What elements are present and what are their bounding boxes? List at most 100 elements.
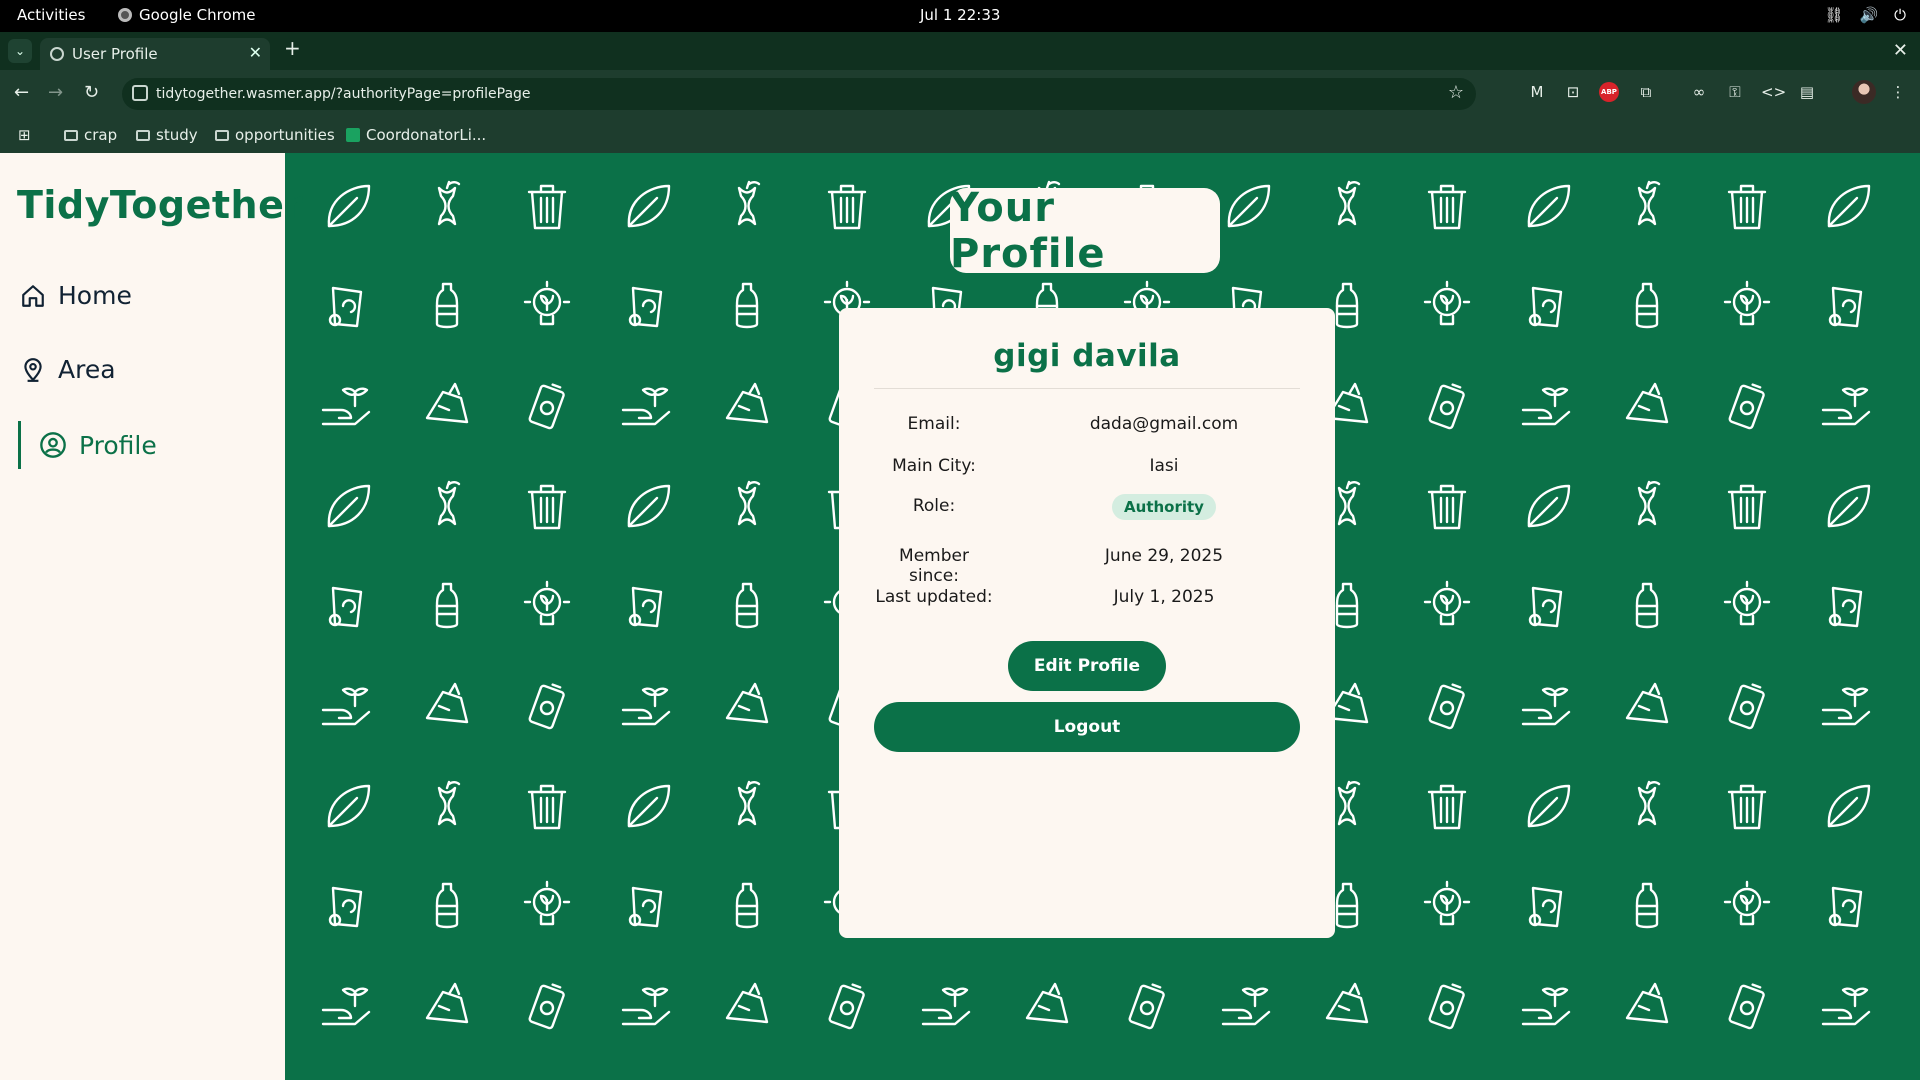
trash-bin-icon <box>527 784 567 830</box>
folder-icon <box>136 129 150 141</box>
bottle-icon <box>735 882 759 929</box>
hand-plant-icon <box>1521 387 1571 426</box>
apps-grid-icon[interactable]: ⊞ <box>18 126 31 144</box>
hand-plant-icon <box>321 387 371 426</box>
apple-core-icon <box>1337 780 1361 826</box>
hand-plant-icon <box>1821 687 1871 726</box>
tab-search-button[interactable]: ⌄ <box>8 39 32 63</box>
profile-card: gigi davila Email: dada@gmail.com Main C… <box>839 308 1335 938</box>
trash-bin-icon <box>1727 184 1767 230</box>
battery-icon <box>528 383 565 430</box>
recycle-cup-icon <box>1528 586 1563 628</box>
hand-plant-icon <box>621 687 671 726</box>
link-icon[interactable]: ∞ <box>1689 82 1709 102</box>
adblock-icon[interactable]: ABP <box>1599 82 1619 102</box>
trash-bin-icon <box>1727 484 1767 530</box>
system-tray[interactable]: ⛓ 🔊 ⏻ <box>1824 6 1906 24</box>
leaf-icon <box>1527 784 1571 828</box>
field-value: July 1, 2025 <box>1113 587 1215 607</box>
edit-profile-button[interactable]: Edit Profile <box>1008 641 1166 691</box>
role-badge: Authority <box>1112 494 1216 520</box>
close-tab-icon[interactable]: ✕ <box>249 43 262 62</box>
bottle-icon <box>735 582 759 629</box>
hand-plant-icon <box>321 687 371 726</box>
sidebar-item-label: Home <box>58 281 132 310</box>
apple-core-icon <box>1637 780 1661 826</box>
activities-button[interactable]: Activities <box>17 6 85 24</box>
side-panel-icon[interactable]: ▤ <box>1797 82 1817 102</box>
brand-logo[interactable]: TidyTogether <box>17 183 304 227</box>
bottle-icon <box>1335 282 1359 329</box>
profile-field-city: Main City: Iasi <box>874 456 1300 480</box>
forward-icon[interactable]: → <box>48 82 63 103</box>
network-icon: ⛓ <box>1824 6 1844 24</box>
bookmark-folder[interactable]: opportunities <box>215 126 335 144</box>
apple-core-icon <box>737 780 761 826</box>
dirt-pile-icon <box>1025 982 1069 1024</box>
apple-core-icon <box>737 180 761 226</box>
recycle-cup-icon <box>1828 286 1863 328</box>
apple-core-icon <box>1337 180 1361 226</box>
sidebar-item-area[interactable]: Area <box>20 355 116 384</box>
lightbulb-leaf-icon <box>1423 280 1471 326</box>
globe-icon <box>50 47 64 61</box>
chrome-icon <box>118 8 132 22</box>
sidebar-item-profile[interactable]: Profile <box>18 421 157 469</box>
leaf-icon <box>1827 484 1871 528</box>
reload-icon[interactable]: ↻ <box>84 82 99 103</box>
tab-title: User Profile <box>72 45 158 63</box>
apple-core-icon <box>437 780 461 826</box>
sidebar-item-home[interactable]: Home <box>20 281 132 310</box>
extension-m-icon[interactable]: M <box>1527 82 1547 102</box>
logout-button[interactable]: Logout <box>874 702 1300 752</box>
code-icon[interactable]: <> <box>1761 82 1786 102</box>
bookmark-star-icon[interactable]: ☆ <box>1448 82 1464 103</box>
leaf-icon <box>627 484 671 528</box>
lightbulb-leaf-icon <box>1423 580 1471 626</box>
bookmark-label: study <box>156 126 198 144</box>
recycle-cup-icon <box>1528 886 1563 928</box>
folder-icon <box>64 129 78 141</box>
bookmark-link[interactable]: CoordonatorLi... <box>346 126 486 144</box>
battery-icon <box>528 683 565 730</box>
recycle-cup-icon <box>1828 886 1863 928</box>
field-label: Member since: <box>899 546 969 586</box>
battery-icon <box>1728 983 1765 1030</box>
recycle-cup-icon <box>628 586 663 628</box>
back-icon[interactable]: ← <box>14 82 29 103</box>
extension-glasses-icon[interactable]: ⊡ <box>1563 82 1583 102</box>
bottle-icon <box>1335 882 1359 929</box>
bookmark-folder[interactable]: crap <box>64 126 117 144</box>
lightbulb-leaf-icon <box>1723 880 1771 926</box>
address-bar[interactable]: tidytogether.wasmer.app/?authorityPage=p… <box>122 78 1476 110</box>
profile-field-last-updated: Last updated: July 1, 2025 <box>874 587 1300 611</box>
clock[interactable]: Jul 1 22:33 <box>920 6 1000 24</box>
app-menu[interactable]: Google Chrome <box>118 6 256 24</box>
key-icon[interactable]: ⚿ <box>1725 82 1745 102</box>
recycle-cup-icon <box>1828 586 1863 628</box>
bookmark-label: opportunities <box>235 126 335 144</box>
tab-user-profile[interactable]: User Profile ✕ <box>40 38 270 70</box>
url-text: tidytogether.wasmer.app/?authorityPage=p… <box>156 86 531 102</box>
battery-icon <box>1428 683 1465 730</box>
profile-avatar[interactable] <box>1852 80 1876 104</box>
bookmark-folder[interactable]: study <box>136 126 198 144</box>
site-info-icon[interactable] <box>132 85 148 101</box>
lightbulb-leaf-icon <box>523 580 571 626</box>
dirt-pile-icon <box>1625 682 1669 724</box>
extensions-puzzle-icon[interactable]: ⧉ <box>1636 82 1656 102</box>
battery-icon <box>1428 383 1465 430</box>
window-close-button[interactable]: ✕ <box>1893 40 1908 61</box>
user-circle-icon <box>40 432 66 458</box>
navigation-bar: ← → ↻ tidytogether.wasmer.app/?authority… <box>0 70 1920 118</box>
kebab-menu-icon[interactable]: ⋮ <box>1888 82 1908 102</box>
bottle-icon <box>735 282 759 329</box>
location-pin-icon <box>24 357 42 382</box>
page-viewport: TidyTogether Home Area Profile Your Prof… <box>0 153 1920 1080</box>
sheets-icon <box>346 128 360 142</box>
leaf-icon <box>327 784 371 828</box>
field-label: Last updated: <box>875 587 993 607</box>
bottle-icon <box>435 582 459 629</box>
new-tab-button[interactable]: + <box>284 36 301 60</box>
dirt-pile-icon <box>725 382 769 424</box>
